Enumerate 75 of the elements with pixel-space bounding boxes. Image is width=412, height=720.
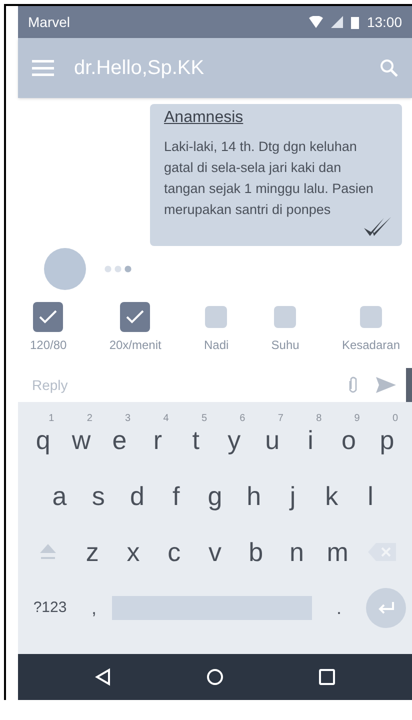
checkbox[interactable]: [205, 306, 228, 328]
check-icon: [39, 310, 58, 324]
keyboard-key[interactable]: h: [234, 468, 274, 524]
checkbox-label: 120/80: [30, 337, 67, 354]
shift-icon[interactable]: [38, 542, 58, 562]
checkbox-label: Kesadaran: [342, 337, 400, 354]
typing-dots-icon: [104, 265, 132, 273]
keyboard-key[interactable]: 2 w: [62, 412, 100, 468]
keyboard-key[interactable]: 0 p: [368, 412, 406, 468]
signal-icon: [330, 16, 343, 28]
keyboard-key[interactable]: 3 e: [100, 412, 139, 468]
message-text: Laki-laki, 14 th. Dtg dgn keluhan gatal di sela-sela jari kaki dan tangan sejak 1 minggu lalu. Pasien merupakan santri di ponpes: [164, 138, 374, 219]
checkbox[interactable]: [120, 302, 150, 332]
key-hint: 6: [240, 414, 246, 424]
keyboard-key[interactable]: s: [78, 468, 118, 524]
keyboard-key[interactable]: n: [276, 524, 318, 580]
clock: 13:00: [366, 12, 402, 32]
checkbox-label: Nadi: [204, 337, 229, 354]
battery-icon: [350, 16, 359, 28]
keyboard-key[interactable]: a: [40, 468, 79, 524]
keyboard-key[interactable]: 4 r: [138, 412, 177, 468]
wifi-icon: [308, 16, 323, 28]
keyboard-key[interactable]: 7 u: [253, 412, 292, 468]
reply-field[interactable]: Reply: [32, 374, 348, 396]
back-icon[interactable]: [95, 668, 112, 686]
keyboard-key[interactable]: 9 o: [330, 412, 368, 468]
check-icon: [126, 310, 144, 324]
double-check-icon: [362, 216, 392, 238]
keyboard-key[interactable]: 5 t: [176, 412, 216, 468]
comma-key[interactable]: ,: [76, 594, 112, 622]
checkbox-label: 20x/menit: [109, 337, 162, 354]
avatar: [44, 248, 86, 290]
enter-icon: [377, 602, 395, 614]
keyboard-key[interactable]: d: [118, 468, 157, 524]
key-hint: 5: [201, 414, 208, 424]
keyboard-key[interactable]: 1 q: [24, 412, 62, 468]
menu-icon[interactable]: [32, 60, 54, 76]
keyboard-key[interactable]: x: [112, 524, 154, 580]
message-title: Anamnesis: [164, 108, 244, 128]
keyboard-key[interactable]: f: [156, 468, 196, 524]
key-hint: 3: [125, 414, 131, 424]
home-icon[interactable]: [206, 668, 224, 686]
chat-title: dr.Hello,Sp.KK: [74, 56, 204, 81]
keyboard-key[interactable]: m: [317, 524, 358, 580]
enter-key[interactable]: [366, 588, 406, 628]
checkbox[interactable]: [33, 302, 64, 332]
space-bar[interactable]: [112, 596, 312, 620]
recents-icon[interactable]: [318, 669, 335, 685]
keyboard-key[interactable]: l: [351, 468, 390, 524]
key-hint: 7: [278, 414, 284, 424]
send-icon[interactable]: [376, 377, 396, 393]
keyboard-key[interactable]: z: [72, 524, 113, 580]
keyboard-key[interactable]: j: [273, 468, 312, 524]
key-hint: 1: [48, 414, 54, 424]
keyboard-key[interactable]: b: [235, 524, 276, 580]
period-key[interactable]: .: [312, 594, 366, 622]
carrier-label: Marvel: [28, 12, 70, 32]
keyboard-key[interactable]: 6 y: [215, 412, 254, 468]
key-hint: 9: [354, 414, 360, 424]
key-hint: 0: [392, 414, 398, 424]
keyboard-key[interactable]: v: [194, 524, 236, 580]
key-hint: 2: [86, 414, 92, 424]
keyboard-key[interactable]: 8 i: [291, 412, 330, 468]
keyboard-key[interactable]: g: [196, 468, 234, 524]
paperclip-icon[interactable]: [348, 376, 358, 394]
search-icon[interactable]: [380, 59, 398, 77]
checkbox[interactable]: [274, 306, 296, 328]
checkbox-label: Suhu: [271, 337, 300, 354]
checkbox[interactable]: [360, 306, 382, 328]
symbols-key[interactable]: ?123: [24, 596, 76, 620]
keyboard-key[interactable]: k: [312, 468, 352, 524]
keyboard-key[interactable]: c: [154, 524, 195, 580]
key-hint: 4: [163, 414, 169, 424]
scroll-bar: [406, 368, 412, 402]
key-hint: 8: [316, 414, 322, 424]
